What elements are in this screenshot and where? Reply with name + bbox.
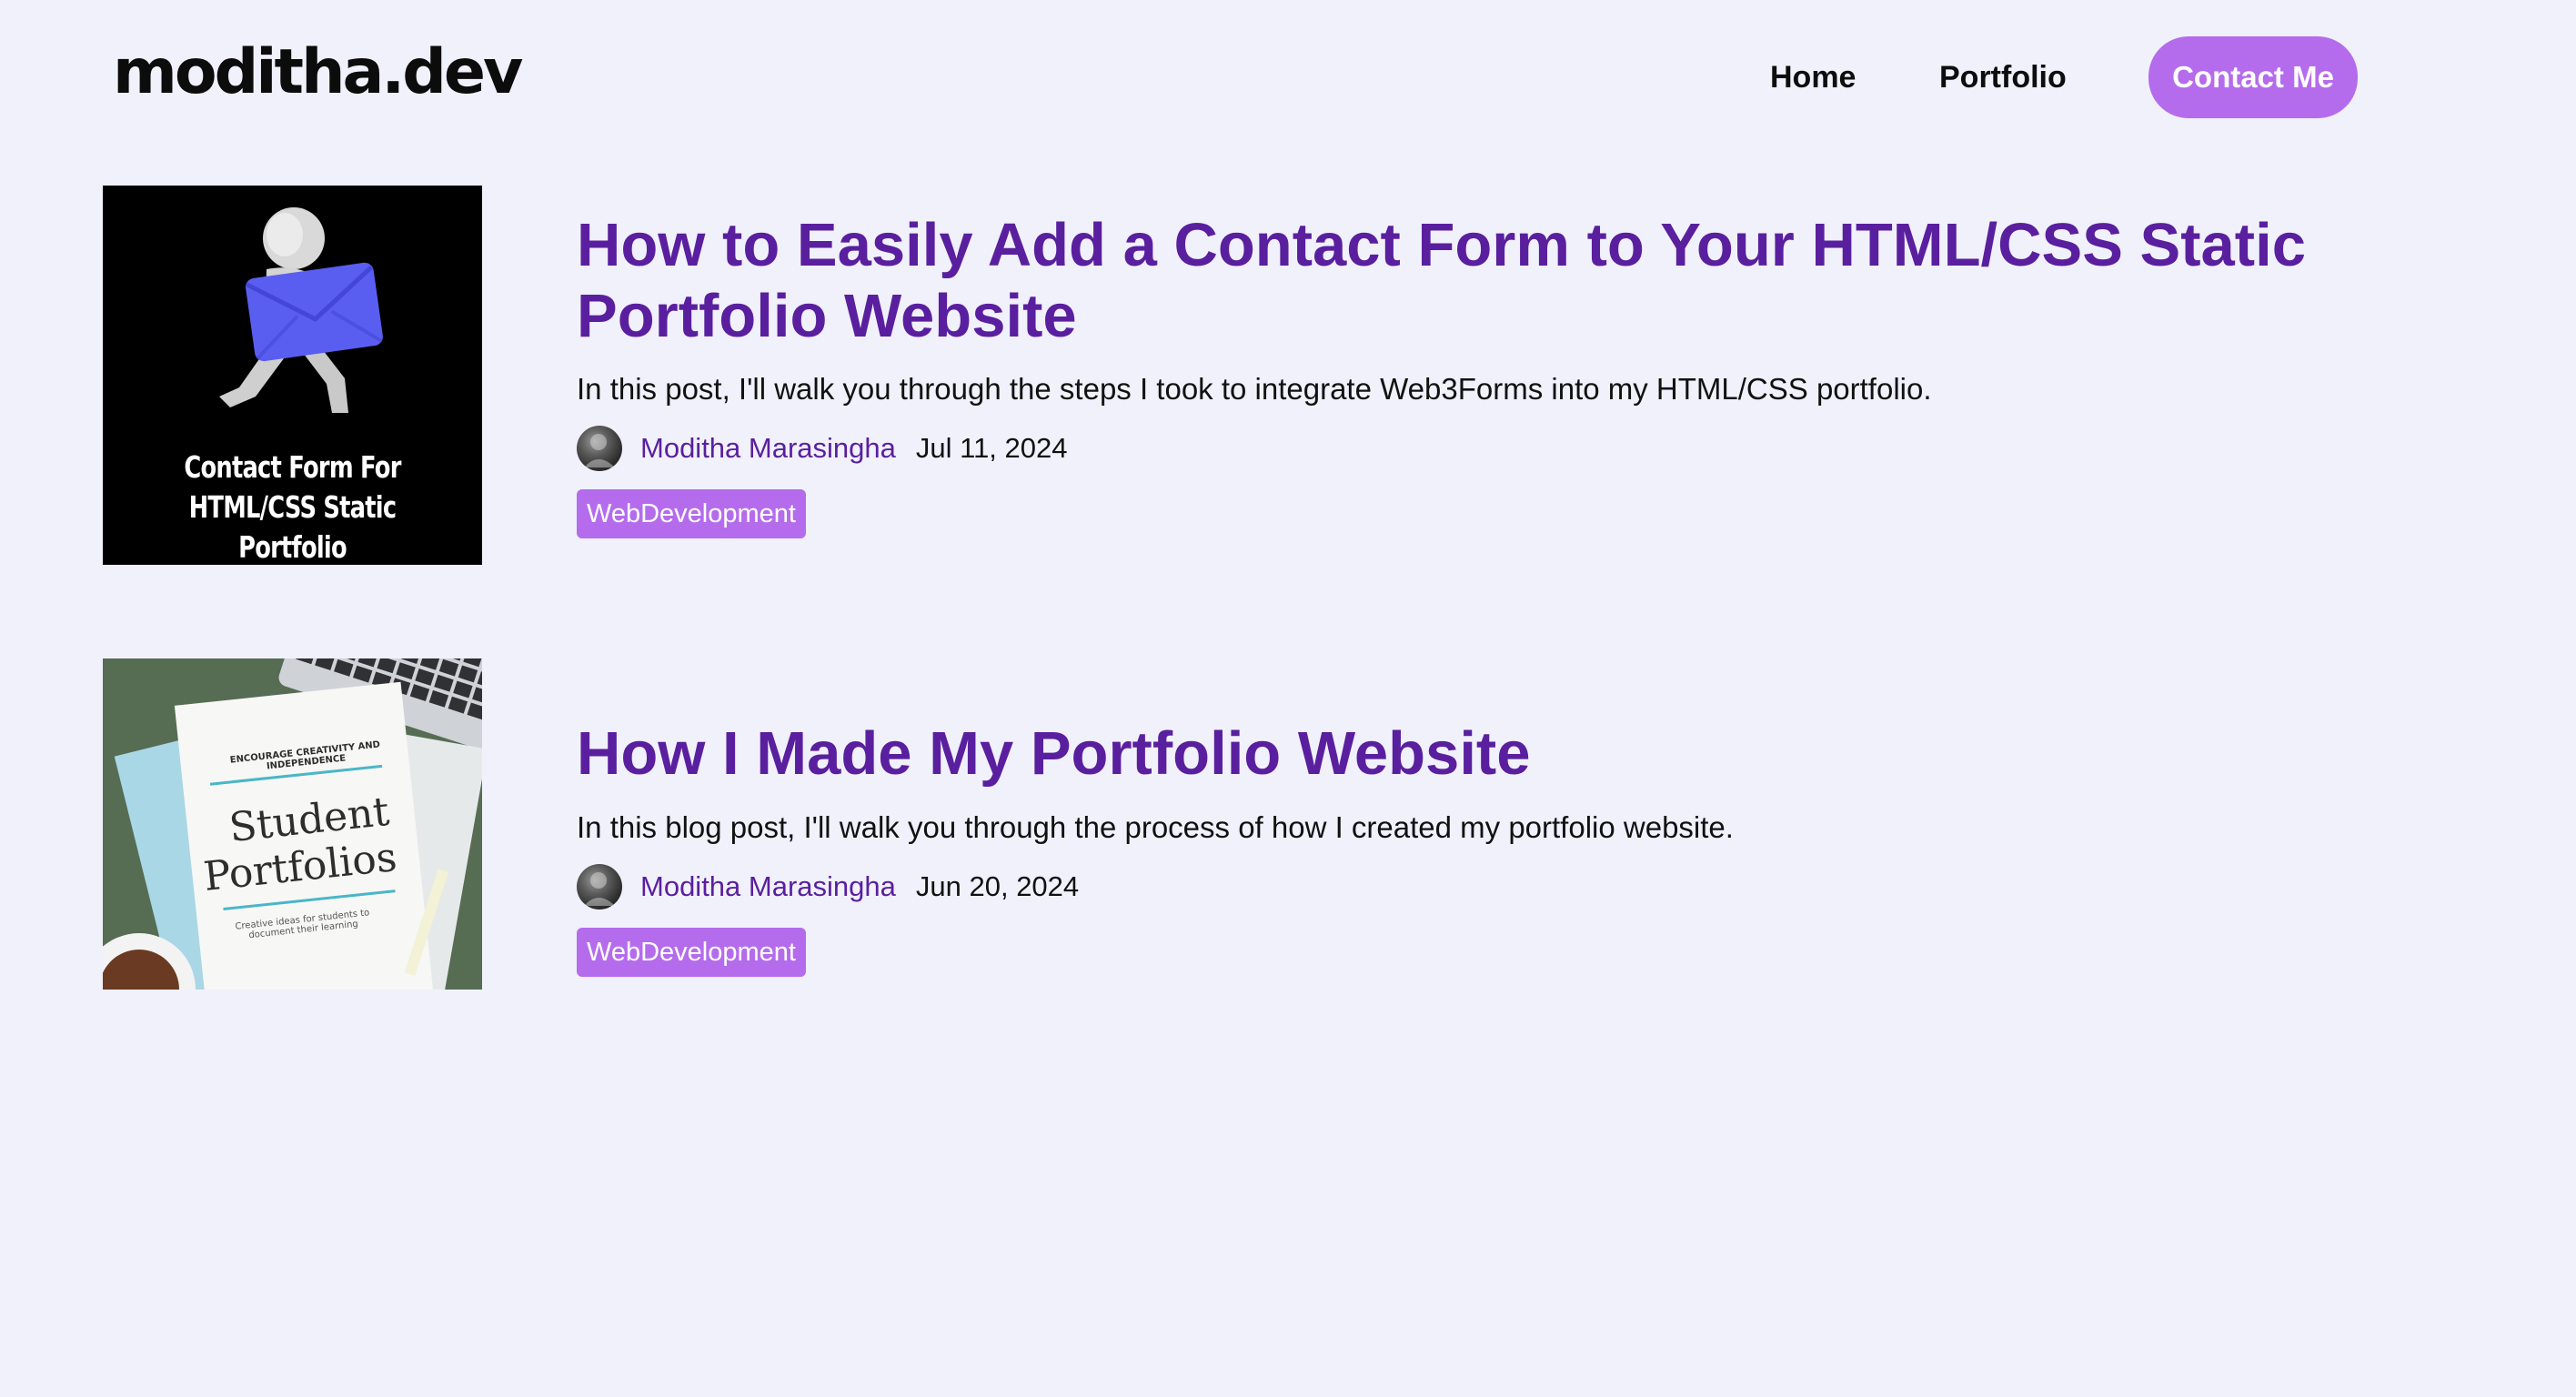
- author-avatar: [577, 426, 622, 471]
- author-link[interactable]: Moditha Marasingha: [640, 432, 896, 465]
- post-description: In this blog post, I'll walk you through…: [577, 810, 1734, 844]
- author-link[interactable]: Moditha Marasingha: [640, 870, 896, 903]
- tag-webdevelopment[interactable]: WebDevelopment: [577, 928, 806, 977]
- author-avatar: [577, 864, 622, 910]
- blog-post-card: Contact Form For HTML/CSS Static Portfol…: [0, 186, 2576, 566]
- post-meta: Moditha Marasingha Jun 20, 2024: [577, 864, 1079, 910]
- post-title[interactable]: How to Easily Add a Contact Form to Your…: [577, 210, 2378, 352]
- nav-portfolio-link[interactable]: Portfolio: [1939, 36, 2067, 118]
- post-date: Jun 20, 2024: [915, 870, 1080, 902]
- post-description: In this post, I'll walk you through the …: [577, 372, 1932, 406]
- thumbnail-caption-line2: HTML/CSS Static Portfolio: [188, 489, 397, 565]
- post-date: Jul 11, 2024: [915, 432, 1068, 464]
- contact-me-button[interactable]: Contact Me: [2148, 36, 2358, 118]
- nav-home-link[interactable]: Home: [1770, 36, 1856, 118]
- main-nav: Home Portfolio Contact Me: [0, 36, 2576, 118]
- post-title[interactable]: How I Made My Portfolio Website: [577, 719, 2378, 789]
- post-thumbnail[interactable]: ENCOURAGE CREATIVITY AND INDEPENDENCE St…: [103, 658, 482, 990]
- thumbnail-caption-line1: Contact Form For: [184, 449, 401, 485]
- blog-post-card: ENCOURAGE CREATIVITY AND INDEPENDENCE St…: [0, 658, 2576, 990]
- post-thumbnail[interactable]: Contact Form For HTML/CSS Static Portfol…: [103, 186, 482, 565]
- tag-webdevelopment[interactable]: WebDevelopment: [577, 489, 806, 538]
- post-meta: Moditha Marasingha Jul 11, 2024: [577, 426, 1068, 471]
